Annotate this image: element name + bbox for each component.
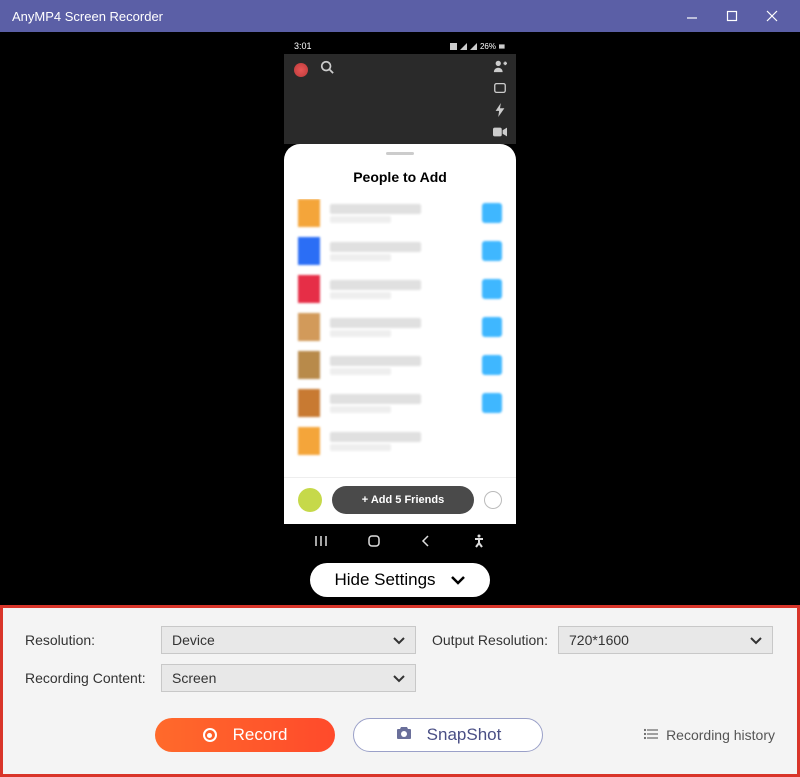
add-friend-icon <box>492 58 508 74</box>
contact-row[interactable] <box>298 313 502 341</box>
list-icon <box>644 727 658 743</box>
record-label: Record <box>233 725 288 745</box>
recording-content-select[interactable]: Screen <box>161 664 416 692</box>
contact-action[interactable] <box>482 431 502 451</box>
phone-preview-area: 3:01 26% People to Add <box>0 32 800 605</box>
resolution-value: Device <box>172 632 215 648</box>
contact-list <box>284 199 516 477</box>
selection-circle[interactable] <box>484 491 502 509</box>
output-resolution-value: 720*1600 <box>569 632 629 648</box>
status-time: 3:01 <box>294 41 312 51</box>
chevron-down-icon <box>393 670 405 686</box>
phone-nav-bar <box>284 524 516 558</box>
sheet-title: People to Add <box>284 169 516 185</box>
hide-settings-toggle[interactable]: Hide Settings <box>310 563 489 597</box>
video-icon <box>492 124 508 140</box>
recording-history-link[interactable]: Recording history <box>644 727 775 743</box>
flash-icon <box>492 102 508 118</box>
window-title: AnyMP4 Screen Recorder <box>12 9 672 24</box>
contact-info <box>330 242 482 261</box>
contact-avatar <box>298 313 320 341</box>
contact-row[interactable] <box>298 351 502 379</box>
camera-icon <box>395 725 413 745</box>
accessibility-nav-icon[interactable] <box>464 534 494 548</box>
contact-avatar <box>298 389 320 417</box>
contact-row[interactable] <box>298 275 502 303</box>
contact-action[interactable] <box>482 241 502 261</box>
recording-content-value: Screen <box>172 670 216 686</box>
contact-info <box>330 280 482 299</box>
record-button[interactable]: Record <box>155 718 335 752</box>
hide-settings-label: Hide Settings <box>334 570 435 590</box>
output-resolution-label: Output Resolution: <box>432 632 550 648</box>
contact-avatar <box>298 427 320 455</box>
people-to-add-sheet: People to Add + Add 5 Friends <box>284 144 516 524</box>
sheet-handle[interactable] <box>386 152 414 155</box>
minimize-button[interactable] <box>672 1 712 31</box>
back-nav-icon[interactable] <box>411 535 441 547</box>
phone-status-bar: 3:01 26% <box>284 38 516 54</box>
contact-info <box>330 394 482 413</box>
contact-avatar <box>298 275 320 303</box>
flip-camera-icon <box>492 80 508 96</box>
search-icon <box>320 60 334 79</box>
snapshot-button[interactable]: SnapShot <box>353 718 543 752</box>
contact-info <box>330 356 482 375</box>
phone-app-header <box>284 54 516 144</box>
history-label: Recording history <box>666 727 775 743</box>
contact-action[interactable] <box>482 203 502 223</box>
contact-info <box>330 318 482 337</box>
contact-row[interactable] <box>298 427 502 455</box>
contact-action[interactable] <box>482 279 502 299</box>
add-friends-button[interactable]: + Add 5 Friends <box>332 486 474 514</box>
chevron-down-icon <box>450 570 466 590</box>
settings-panel: Resolution: Device Output Resolution: 72… <box>0 605 800 777</box>
close-button[interactable] <box>752 1 792 31</box>
contact-action[interactable] <box>482 393 502 413</box>
contact-action[interactable] <box>482 317 502 337</box>
contact-info <box>330 432 482 451</box>
phone-frame: 3:01 26% People to Add <box>284 38 516 558</box>
status-indicators: 26% <box>450 42 506 51</box>
recents-nav-icon[interactable] <box>306 535 336 547</box>
maximize-button[interactable] <box>712 1 752 31</box>
contact-avatar <box>298 351 320 379</box>
snapshot-label: SnapShot <box>427 725 502 745</box>
chevron-down-icon <box>750 632 762 648</box>
contact-avatar <box>298 199 320 227</box>
my-avatar <box>298 488 322 512</box>
chevron-down-icon <box>393 632 405 648</box>
titlebar: AnyMP4 Screen Recorder <box>0 0 800 32</box>
contact-row[interactable] <box>298 389 502 417</box>
output-resolution-select[interactable]: 720*1600 <box>558 626 773 654</box>
contact-info <box>330 204 482 223</box>
recording-content-label: Recording Content: <box>25 670 153 686</box>
home-nav-icon[interactable] <box>359 534 389 548</box>
resolution-select[interactable]: Device <box>161 626 416 654</box>
contact-avatar <box>298 237 320 265</box>
contact-row[interactable] <box>298 237 502 265</box>
mic-icon <box>294 63 308 77</box>
contact-action[interactable] <box>482 355 502 375</box>
resolution-label: Resolution: <box>25 632 153 648</box>
contact-row[interactable] <box>298 199 502 227</box>
record-icon <box>203 728 217 742</box>
